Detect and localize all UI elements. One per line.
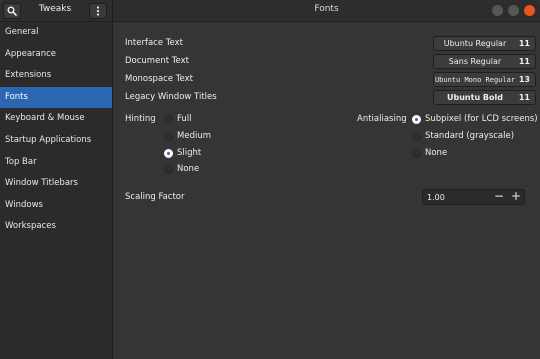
search-icon <box>7 6 17 16</box>
sidebar-item-appearance[interactable]: Appearance <box>0 44 112 66</box>
antialiasing-label: Antialiasing <box>357 114 407 124</box>
antialiasing-option-label: Subpixel (for LCD screens) <box>425 114 538 124</box>
antialiasing-option-label: None <box>425 148 448 158</box>
sidebar-item-top-bar[interactable]: Top Bar <box>0 152 112 174</box>
interface-font-button[interactable]: Ubuntu Regular 11 <box>433 36 536 51</box>
interface-text-row: Interface Text Ubuntu Regular 11 <box>125 36 536 52</box>
sidebar-item-window-titlebars[interactable]: Window Titlebars <box>0 173 112 195</box>
sidebar-item-extensions[interactable]: Extensions <box>0 65 112 87</box>
window-title: Fonts <box>314 4 339 14</box>
monospace-font-name: Ubuntu Mono Regular <box>434 76 516 84</box>
interface-font-size: 11 <box>518 39 530 48</box>
antialiasing-option-label: Standard (grayscale) <box>425 131 515 141</box>
scaling-factor-label: Scaling Factor <box>125 192 185 202</box>
hinting-option-label: None <box>177 164 200 174</box>
interface-font-name: Ubuntu Regular <box>443 39 507 48</box>
document-text-row: Document Text Sans Regular 11 <box>125 54 536 70</box>
vertical-dots-icon <box>96 6 100 16</box>
scaling-factor-spinbutton[interactable]: 1.00 − + <box>422 189 525 205</box>
header-bar: Tweaks Fonts <box>0 0 540 22</box>
maximize-button[interactable] <box>508 5 519 16</box>
legacy-font-name: Ubuntu Bold <box>447 93 503 102</box>
radio-button-selected[interactable] <box>164 149 173 158</box>
hinting-option-label: Slight <box>177 148 202 158</box>
legacy-titles-label: Legacy Window Titles <box>125 92 217 102</box>
radio-button[interactable] <box>164 115 173 124</box>
tweaks-window: Tweaks Fonts General Appearance Extensio… <box>0 0 540 359</box>
radio-button[interactable] <box>164 165 173 174</box>
legacy-titles-row: Legacy Window Titles Ubuntu Bold 11 <box>125 90 536 106</box>
sidebar-item-keyboard-mouse[interactable]: Keyboard & Mouse <box>0 108 112 130</box>
app-title: Tweaks <box>38 4 72 14</box>
sidebar-item-workspaces[interactable]: Workspaces <box>0 216 112 238</box>
interface-text-label: Interface Text <box>125 38 183 48</box>
monospace-text-row: Monospace Text Ubuntu Mono Regular 13 <box>125 72 536 88</box>
sidebar-item-general[interactable]: General <box>0 22 112 44</box>
hinting-option-label: Full <box>177 114 192 124</box>
minimize-button[interactable] <box>492 5 503 16</box>
decrease-button[interactable]: − <box>491 190 507 204</box>
increase-button[interactable]: + <box>508 190 524 204</box>
document-font-button[interactable]: Sans Regular 11 <box>433 54 536 69</box>
search-button[interactable] <box>3 3 21 19</box>
sidebar-item-windows[interactable]: Windows <box>0 195 112 217</box>
header-left: Tweaks <box>0 0 113 22</box>
radio-button[interactable] <box>412 132 421 141</box>
document-font-name: Sans Regular <box>448 57 502 66</box>
menu-button[interactable] <box>89 3 107 19</box>
document-font-size: 11 <box>518 57 530 66</box>
scaling-factor-value[interactable]: 1.00 <box>427 193 445 202</box>
sidebar: General Appearance Extensions Fonts Keyb… <box>0 22 113 359</box>
sidebar-item-fonts[interactable]: Fonts <box>0 86 112 109</box>
legacy-font-button[interactable]: Ubuntu Bold 11 <box>433 90 536 105</box>
document-text-label: Document Text <box>125 56 189 66</box>
monospace-font-button[interactable]: Ubuntu Mono Regular 13 <box>433 72 536 87</box>
close-button[interactable] <box>524 5 535 16</box>
radio-button[interactable] <box>412 149 421 158</box>
hinting-option-label: Medium <box>177 131 211 141</box>
sidebar-item-startup-applications[interactable]: Startup Applications <box>0 130 112 152</box>
monospace-text-label: Monospace Text <box>125 74 193 84</box>
radio-button-selected[interactable] <box>412 115 421 124</box>
monospace-font-size: 13 <box>518 75 530 84</box>
radio-button[interactable] <box>164 132 173 141</box>
legacy-font-size: 11 <box>518 93 530 102</box>
hinting-label: Hinting <box>125 114 156 124</box>
fonts-panel: Interface Text Ubuntu Regular 11 Documen… <box>114 23 540 359</box>
